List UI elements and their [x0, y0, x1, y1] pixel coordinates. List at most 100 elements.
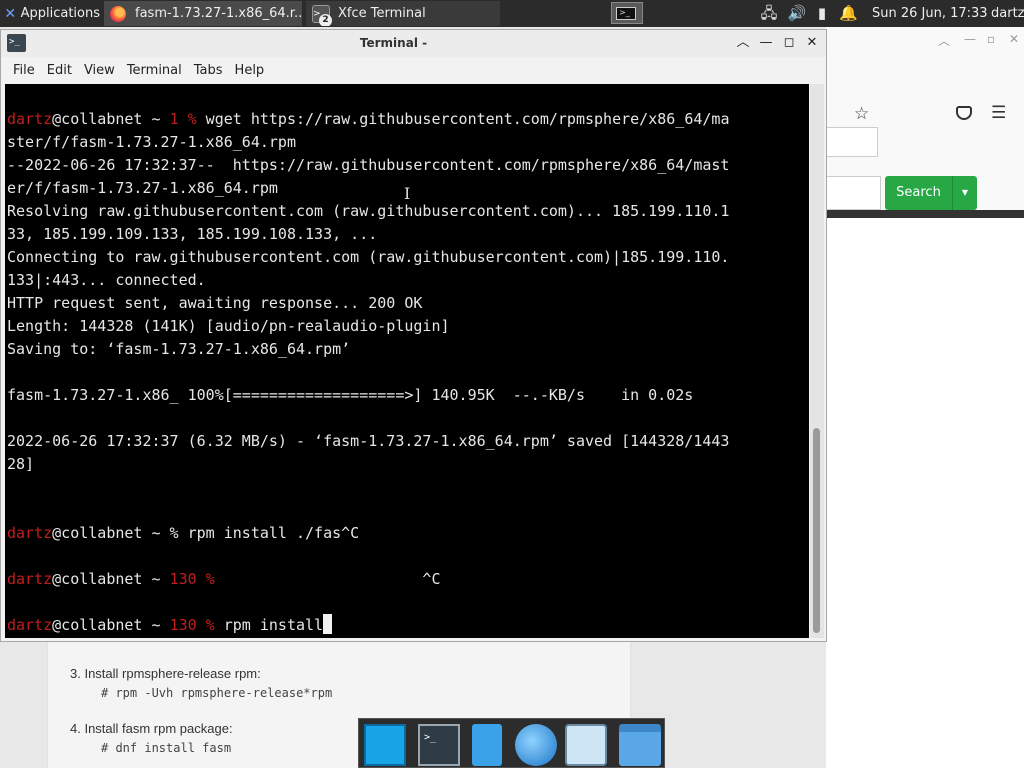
- prompt-username: dartz: [7, 110, 53, 128]
- prompt-status: 130 %: [169, 570, 215, 588]
- terminal-text: --2022-06-26 17:32:37-- https://raw.gith…: [7, 156, 730, 174]
- step-4-command: # dnf install fasm: [101, 741, 232, 755]
- terminal-line: Connecting to raw.githubusercontent.com …: [7, 246, 729, 269]
- bookmark-star-icon[interactable]: ☆: [854, 104, 869, 124]
- terminal-line: --2022-06-26 17:32:37-- https://raw.gith…: [7, 154, 729, 177]
- browser-maximize-icon[interactable]: ▫: [987, 32, 995, 46]
- terminal-line: dartz@collabnet ~ 130 % rpm install: [7, 614, 333, 637]
- applications-label: Applications: [20, 6, 100, 21]
- taskbar-item-terminal[interactable]: >_ 2 Xfce Terminal: [306, 1, 500, 26]
- site-nav-bar: [826, 210, 1024, 218]
- terminal-text: 2022-06-26 17:32:37 (6.32 MB/s) - ‘fasm-…: [7, 432, 730, 450]
- terminal-text: ster/f/fasm-1.73.27-1.x86_64.rpm: [7, 133, 296, 151]
- terminal-text: er/f/fasm-1.73.27-1.x86_64.rpm: [7, 179, 278, 197]
- browser-close-icon[interactable]: ✕: [1009, 32, 1019, 46]
- url-bar[interactable]: [826, 127, 878, 157]
- site-search-input[interactable]: [826, 176, 881, 210]
- prompt-status: 1 %: [169, 110, 197, 128]
- close-icon[interactable]: ✕: [802, 33, 822, 53]
- notifications-bell-icon[interactable]: 🔔: [839, 4, 858, 22]
- terminal-text: @collabnet ~ % rpm install ./fas^C: [52, 524, 360, 542]
- firefox-icon: [110, 5, 126, 22]
- terminal-text: rpm install: [214, 616, 324, 634]
- dock: >_: [358, 718, 665, 768]
- browser-window: ︿ — ▫ ✕ ☆ ☰ Search ▼: [826, 27, 1024, 218]
- browser-minimize-icon[interactable]: —: [964, 32, 976, 46]
- terminal-line: 28]: [7, 453, 34, 476]
- menu-help[interactable]: Help: [229, 60, 271, 82]
- terminal-text: Resolving raw.githubusercontent.com (raw…: [7, 202, 730, 220]
- pocket-icon[interactable]: [956, 106, 972, 120]
- files-icon[interactable]: [472, 724, 502, 766]
- step-3-label: 3. Install rpmsphere-release rpm:: [70, 666, 261, 681]
- taskbar-item-label: fasm-1.73.27-1.x86_64.r...: [135, 6, 302, 21]
- taskbar-item-label: Xfce Terminal: [338, 6, 426, 21]
- search-dropdown-caret-icon[interactable]: ▼: [952, 176, 977, 210]
- workspace-preview-icon: >_: [616, 7, 636, 20]
- terminal-line: fasm-1.73.27-1.x86_ 100%[===============…: [7, 384, 693, 407]
- terminal-titlebar[interactable]: >_ Terminal - ︿ — ◻ ✕: [1, 30, 826, 57]
- terminal-text: Length: 144328 (141K) [audio/pn-realaudi…: [7, 317, 450, 335]
- battery-icon[interactable]: ▮: [814, 4, 830, 22]
- desktop-icon[interactable]: [364, 724, 406, 766]
- terminal-line: er/f/fasm-1.73.27-1.x86_64.rpm: [7, 177, 278, 200]
- window-count-badge: 2: [319, 13, 332, 26]
- prompt-username: dartz: [7, 570, 53, 588]
- terminal-text: HTTP request sent, awaiting response... …: [7, 294, 423, 312]
- maximize-icon[interactable]: ◻: [779, 33, 799, 53]
- menu-view[interactable]: View: [78, 60, 121, 82]
- browser-chevron-up-icon[interactable]: ︿: [938, 32, 950, 49]
- taskbar-item-firefox[interactable]: fasm-1.73.27-1.x86_64.r...: [104, 1, 302, 26]
- prompt-status: 130 %: [169, 616, 215, 634]
- terminal-text: 133|:443... connected.: [7, 271, 206, 289]
- terminal-text: wget https://raw.githubusercontent.com/r…: [196, 110, 730, 128]
- terminal-text: ^C: [214, 570, 441, 588]
- terminal-line: ster/f/fasm-1.73.27-1.x86_64.rpm: [7, 131, 296, 154]
- terminal-line: Saving to: ‘fasm-1.73.27-1.x86_64.rpm’: [7, 338, 350, 361]
- prompt-username: dartz: [7, 524, 53, 542]
- text-cursor: [323, 614, 333, 634]
- hamburger-menu-icon[interactable]: ☰: [991, 103, 1006, 123]
- window-title: Terminal -: [359, 36, 428, 50]
- terminal-menubar: File Edit View Terminal Tabs Help: [1, 58, 826, 84]
- search-button[interactable]: Search: [885, 176, 952, 210]
- terminal-line: 133|:443... connected.: [7, 269, 206, 292]
- terminal-icon[interactable]: >_: [418, 724, 460, 766]
- volume-icon[interactable]: 🔊: [787, 4, 807, 22]
- workspace-switcher[interactable]: >_: [611, 2, 643, 24]
- terminal-line: dartz@collabnet ~ % rpm install ./fas^C: [7, 522, 359, 545]
- app-finder-icon[interactable]: [565, 724, 607, 766]
- menu-file[interactable]: File: [7, 60, 41, 82]
- scrollbar-thumb[interactable]: [813, 428, 820, 633]
- terminal-text: @collabnet ~: [52, 110, 170, 128]
- step-3-command: # rpm -Uvh rpmsphere-release*rpm: [101, 686, 333, 700]
- terminal-icon: >_ 2: [312, 4, 332, 26]
- menu-tabs[interactable]: Tabs: [188, 60, 229, 82]
- shade-chevron-up-icon[interactable]: ︿: [733, 33, 753, 53]
- terminal-line: 2022-06-26 17:32:37 (6.32 MB/s) - ‘fasm-…: [7, 430, 729, 453]
- applications-menu[interactable]: ✕ Applications: [0, 0, 100, 27]
- terminal-text: fasm-1.73.27-1.x86_ 100%[===============…: [7, 386, 694, 404]
- prompt-username: dartz: [7, 616, 53, 634]
- terminal-line: Length: 144328 (141K) [audio/pn-realaudi…: [7, 315, 450, 338]
- menu-edit[interactable]: Edit: [41, 60, 78, 82]
- menu-terminal[interactable]: Terminal: [121, 60, 188, 82]
- terminal-output[interactable]: I dartz@collabnet ~ 1 % wget https://raw…: [5, 84, 809, 638]
- folder-icon[interactable]: [619, 724, 661, 766]
- web-browser-icon[interactable]: [515, 724, 557, 766]
- clock[interactable]: Sun 26 Jun, 17:33: [872, 0, 988, 27]
- minimize-icon[interactable]: —: [756, 33, 776, 53]
- terminal-text: @collabnet ~: [52, 570, 170, 588]
- terminal-text: 33, 185.199.109.133, 185.199.108.133, ..…: [7, 225, 378, 243]
- terminal-line: Resolving raw.githubusercontent.com (raw…: [7, 200, 729, 223]
- user-menu[interactable]: dartz: [991, 0, 1024, 27]
- terminal-text: Connecting to raw.githubusercontent.com …: [7, 248, 730, 266]
- terminal-text: 28]: [7, 455, 35, 473]
- top-panel: ✕ Applications fasm-1.73.27-1.x86_64.r..…: [0, 0, 1024, 27]
- terminal-window: >_ Terminal - ︿ — ◻ ✕ File Edit View Ter…: [0, 29, 827, 642]
- terminal-line: 33, 185.199.109.133, 185.199.108.133, ..…: [7, 223, 377, 246]
- terminal-text: Saving to: ‘fasm-1.73.27-1.x86_64.rpm’: [7, 340, 351, 358]
- network-icon[interactable]: 🖧: [758, 4, 780, 22]
- terminal-line: dartz@collabnet ~ 1 % wget https://raw.g…: [7, 108, 729, 131]
- terminal-line: HTTP request sent, awaiting response... …: [7, 292, 422, 315]
